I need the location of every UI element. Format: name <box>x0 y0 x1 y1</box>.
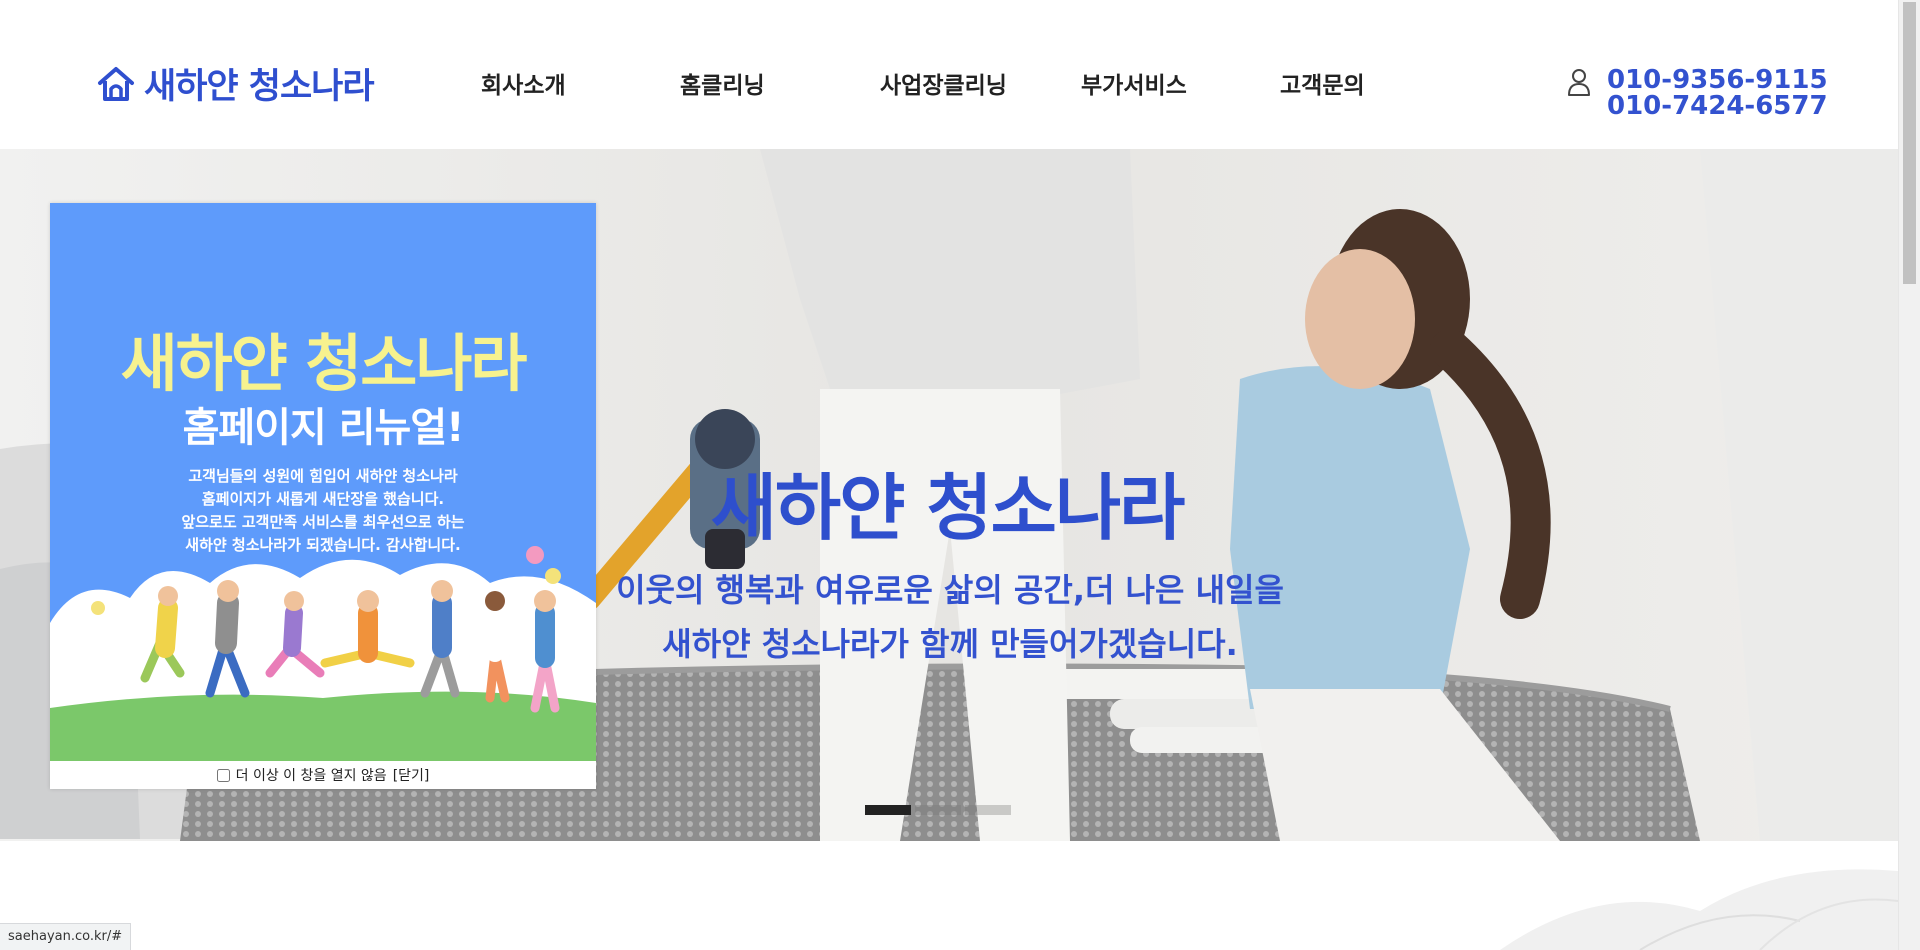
house-icon <box>98 66 134 101</box>
phone-number-1[interactable]: 010-9356-9115 <box>1607 66 1828 94</box>
logo-text: 새하얀 청소나라 <box>144 67 375 107</box>
popup-body-line-1: 고객님들의 성원에 힘입어 새하얀 청소나라 <box>188 467 458 485</box>
popup-body: 고객님들의 성원에 힘입어 새하얀 청소나라 홈페이지가 새롭게 새단장을 했습… <box>50 465 596 557</box>
browser-status-bar: saehayan.co.kr/# <box>0 923 132 950</box>
popup-footer: 더 이상 이 창을 열지 않음 [닫기] <box>50 761 596 789</box>
slider-pagination <box>865 805 1011 815</box>
nav-item-home-cleaning[interactable]: 홈클리닝 <box>680 66 765 100</box>
popup-body-line-2: 홈페이지가 새롭게 새단장을 했습니다. <box>201 490 445 508</box>
site-header: 새하얀 청소나라 회사소개 홈클리닝 사업장클리닝 부가서비스 고객문의 010… <box>0 0 1898 149</box>
user-icon <box>1568 69 1590 96</box>
nav-item-contact[interactable]: 고객문의 <box>1280 66 1365 100</box>
slide-dot-1[interactable] <box>865 805 911 815</box>
dont-show-again-checkbox[interactable] <box>216 768 230 782</box>
popup-subtitle: 홈페이지 리뉴얼! <box>182 405 465 451</box>
popup-close-link[interactable]: [닫기] <box>393 765 430 785</box>
slide-dot-2[interactable] <box>915 805 961 815</box>
popup-body-line-4: 새하얀 청소나라가 되겠습니다. 감사합니다. <box>185 536 461 554</box>
hero-subtitle-line-2: 새하얀 청소나라가 함께 만들어가겠습니다. <box>662 625 1238 663</box>
lower-section <box>0 841 1898 950</box>
nav-item-extra-services[interactable]: 부가서비스 <box>1081 66 1187 100</box>
hero-subtitle-line-1: 이웃의 행복과 여유로운 삶의 공간,더 나은 내일을 <box>616 571 1284 609</box>
nav-item-business-cleaning[interactable]: 사업장클리닝 <box>880 66 1007 100</box>
hero-subtitle: 이웃의 행복과 여유로운 삶의 공간,더 나은 내일을 새하얀 청소나라가 함께… <box>600 563 1300 671</box>
phone-number-2[interactable]: 010-7424-6577 <box>1607 92 1828 120</box>
popup-banner-image[interactable]: 새하얀 청소나라 홈페이지 리뉴얼! 고객님들의 성원에 힘입어 새하얀 청소나… <box>50 203 596 761</box>
vertical-scrollbar[interactable] <box>1898 0 1920 950</box>
site-logo[interactable]: 새하얀 청소나라 <box>96 58 375 109</box>
marble-background <box>0 841 1898 950</box>
popup-body-line-3: 앞으로도 고객만족 서비스를 최우선으로 하는 <box>181 513 465 531</box>
nav-item-company[interactable]: 회사소개 <box>481 66 566 100</box>
slide-dot-3[interactable] <box>965 805 1011 815</box>
scrollbar-thumb[interactable] <box>1903 2 1916 284</box>
notice-popup: 새하얀 청소나라 홈페이지 리뉴얼! 고객님들의 성원에 힘입어 새하얀 청소나… <box>50 203 596 789</box>
popup-title: 새하얀 청소나라 <box>120 327 528 400</box>
page: 새하얀 청소나라 회사소개 홈클리닝 사업장클리닝 부가서비스 고객문의 010… <box>0 0 1920 950</box>
dont-show-again-label: 더 이상 이 창을 열지 않음 <box>235 768 387 784</box>
